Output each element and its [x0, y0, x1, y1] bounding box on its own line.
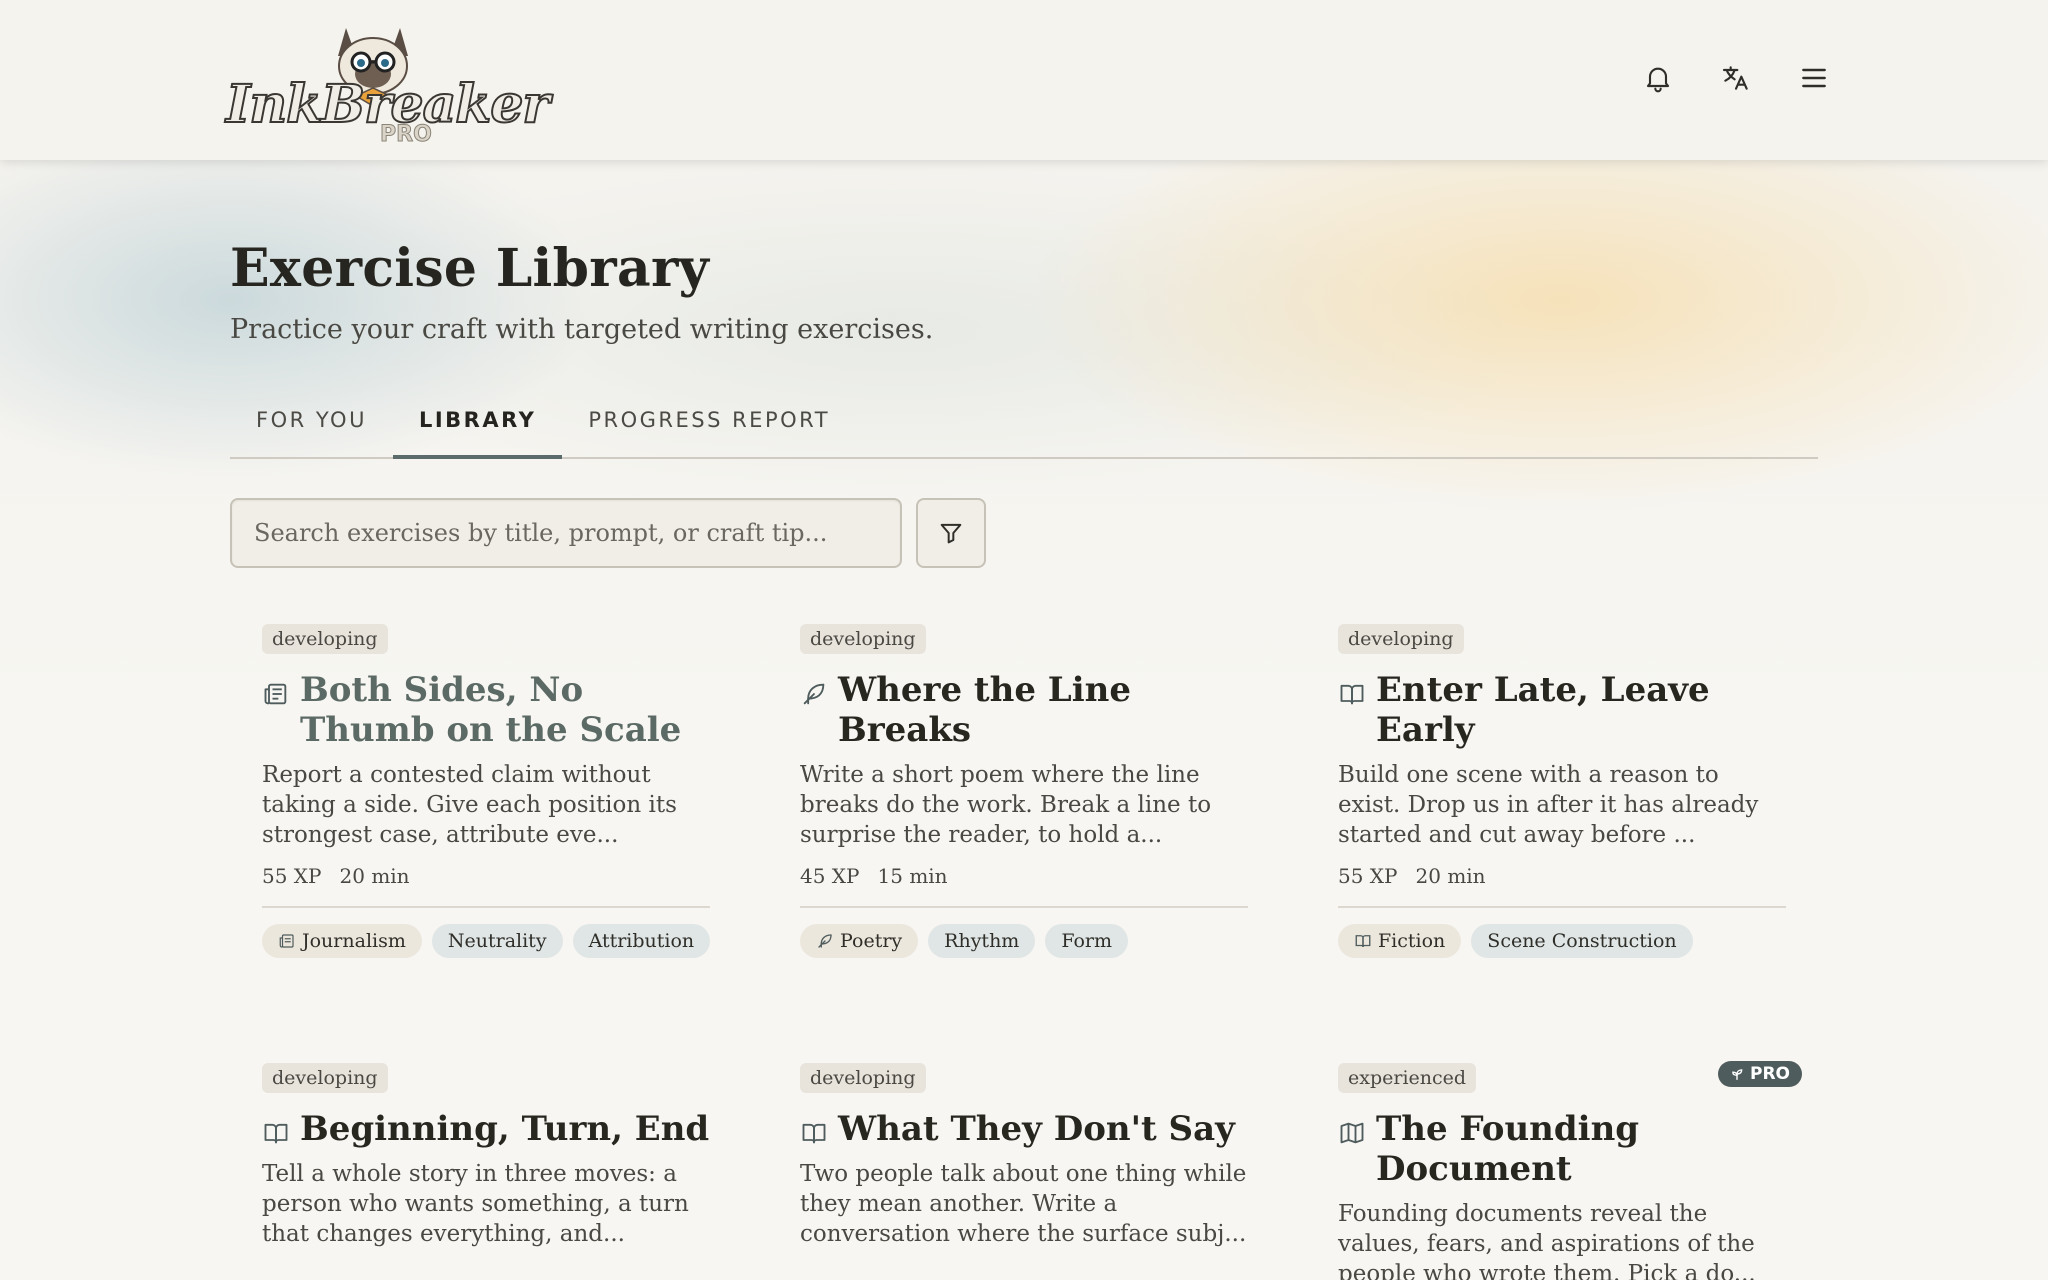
exercise-description: Report a contested claim without taking … — [262, 762, 677, 848]
tab-for-you[interactable]: FOR YOU — [230, 382, 393, 459]
card-divider — [1338, 906, 1786, 908]
page-title: Exercise Library — [230, 238, 710, 299]
exercise-card[interactable]: developing Both Sides, No Thumb on the S… — [262, 624, 711, 958]
exercise-meta: 55 XP 20 min — [1338, 864, 1786, 888]
page-subtitle: Practice your craft with targeted writin… — [230, 314, 934, 345]
level-badge: developing — [1338, 624, 1464, 654]
exercise-card[interactable]: developing Beginning, Turn, End Tell a w… — [262, 1063, 710, 1249]
tab-library[interactable]: LIBRARY — [392, 382, 563, 459]
xp-value: 55 XP — [1338, 864, 1398, 888]
exercise-title[interactable]: Where the Line Breaks — [838, 670, 1248, 750]
card-divider — [262, 906, 710, 908]
language-button[interactable] — [1718, 60, 1754, 96]
top-header: InkBreaker PRO — [0, 0, 2048, 160]
xp-value: 55 XP — [262, 864, 322, 888]
exercise-description: Build one scene with a reason to exist. … — [1338, 762, 1759, 848]
book-icon — [262, 1119, 290, 1147]
tag-list: Journalism Neutrality Attribution — [262, 924, 711, 958]
newspaper-icon — [262, 680, 290, 708]
tag-neutrality[interactable]: Neutrality — [431, 924, 563, 958]
level-badge: developing — [262, 1063, 388, 1093]
exercise-description: Write a short poem where the line breaks… — [800, 762, 1212, 848]
exercise-card[interactable]: developing What They Don't Say Two peopl… — [800, 1063, 1248, 1249]
tag-journalism[interactable]: Journalism — [262, 924, 422, 958]
filter-button[interactable] — [916, 498, 986, 568]
exercise-description: Tell a whole story in three moves: a per… — [262, 1161, 689, 1247]
level-badge: experienced — [1338, 1063, 1477, 1093]
exercise-card[interactable]: developing Where the Line Breaks Write a… — [800, 624, 1248, 958]
tag-form[interactable]: Form — [1045, 924, 1129, 958]
exercise-description: Two people talk about one thing while th… — [800, 1161, 1247, 1247]
tag-list: Poetry Rhythm Form — [800, 924, 1248, 958]
brand-logo[interactable]: InkBreaker PRO — [222, 16, 551, 150]
feather-icon — [800, 680, 828, 708]
level-badge: developing — [800, 1063, 926, 1093]
level-badge: developing — [262, 624, 388, 654]
tab-progress-report[interactable]: PROGRESS REPORT — [562, 382, 856, 459]
tab-bar: FOR YOU LIBRARY PROGRESS REPORT — [230, 382, 1818, 459]
feather-icon — [818, 934, 832, 948]
search-input[interactable] — [230, 498, 902, 568]
brand-tier-label: PRO — [380, 122, 433, 148]
sprout-icon — [1732, 1069, 1743, 1080]
book-icon — [1355, 935, 1371, 948]
map-icon — [1338, 1119, 1366, 1147]
main-content: Exercise Library Practice your craft wit… — [0, 160, 2048, 1280]
bell-icon — [1646, 67, 1670, 93]
exercise-title[interactable]: The Founding Document — [1376, 1109, 1786, 1189]
level-badge: developing — [800, 624, 926, 654]
duration-value: 20 min — [339, 864, 410, 888]
exercise-card[interactable]: experienced PRO The Founding Document Fo… — [1338, 1061, 1802, 1280]
xp-value: 45 XP — [800, 864, 860, 888]
tag-attribution[interactable]: Attribution — [572, 924, 711, 958]
filter-icon — [940, 523, 962, 544]
exercise-title[interactable]: Beginning, Turn, End — [300, 1109, 709, 1149]
exercise-card[interactable]: developing Enter Late, Leave Early Build… — [1338, 624, 1786, 958]
translate-icon — [1722, 66, 1748, 90]
tag-fiction[interactable]: Fiction — [1338, 924, 1462, 958]
newspaper-icon — [279, 934, 294, 948]
tag-rhythm[interactable]: Rhythm — [928, 924, 1036, 958]
duration-value: 20 min — [1415, 864, 1486, 888]
main-menu-button[interactable] — [1796, 60, 1832, 96]
pro-badge: PRO — [1717, 1061, 1802, 1087]
tag-scene-construction[interactable]: Scene Construction — [1471, 924, 1693, 958]
exercise-meta: 45 XP 15 min — [800, 864, 1248, 888]
menu-icon — [1802, 68, 1826, 88]
exercise-description: Founding documents reveal the values, fe… — [1338, 1201, 1756, 1280]
book-icon — [800, 1119, 828, 1147]
tag-poetry[interactable]: Poetry — [800, 924, 919, 958]
card-divider — [800, 906, 1248, 908]
exercise-meta: 55 XP 20 min — [262, 864, 710, 888]
exercise-title[interactable]: Enter Late, Leave Early — [1376, 670, 1786, 750]
exercise-title[interactable]: What They Don't Say — [838, 1109, 1235, 1149]
duration-value: 15 min — [877, 864, 948, 888]
tag-list: Fiction Scene Construction — [1338, 924, 1786, 958]
exercise-title[interactable]: Both Sides, No Thumb on the Scale — [300, 670, 710, 750]
header-actions — [1640, 60, 1832, 96]
book-icon — [1338, 680, 1366, 708]
notifications-button[interactable] — [1640, 60, 1676, 96]
